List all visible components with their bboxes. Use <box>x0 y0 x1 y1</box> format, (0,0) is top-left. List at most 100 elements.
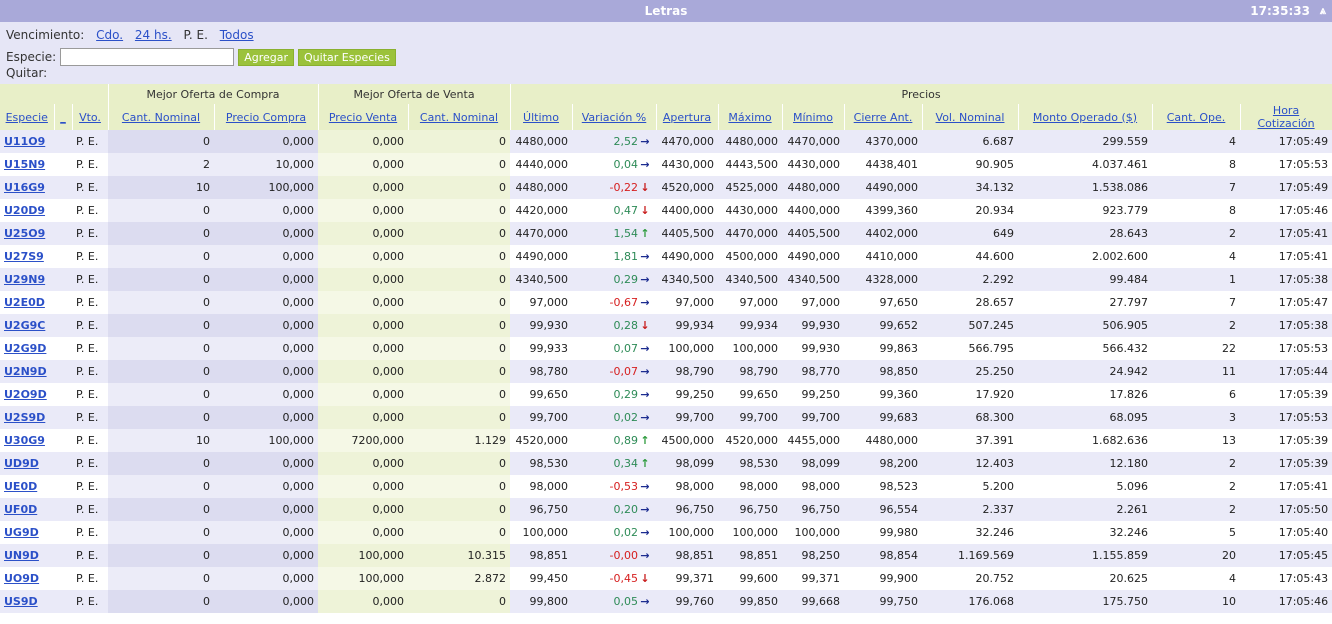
hora-cotizacion-cell: 17:05:39 <box>1240 429 1332 452</box>
precio-compra-cell: 100,000 <box>214 176 319 199</box>
precio-compra-cell: 0,000 <box>214 383 319 406</box>
especie-link[interactable]: US9D <box>4 595 38 608</box>
venc-24hs-link[interactable]: 24 hs. <box>135 28 172 42</box>
col-minimo[interactable]: Mínimo <box>782 104 845 130</box>
especie-link[interactable]: U27S9 <box>0 245 54 268</box>
vto-cell: P. E. <box>72 429 109 452</box>
venc-cdo-link[interactable]: Cdo. <box>96 28 123 42</box>
table-row: U20D9 P. E. 0 0,000 0,000 0 4420,000 0,47 ↓ 4400,… <box>0 199 1332 222</box>
col-blank[interactable]: _ <box>54 104 73 130</box>
col-hora-cotizacion[interactable]: Hora Cotización <box>1240 104 1332 130</box>
especie-link[interactable]: UE0D <box>4 480 37 493</box>
apertura-cell: 99,700 <box>656 406 719 429</box>
especie-link[interactable]: U16G9 <box>0 176 54 199</box>
especie-link[interactable]: U15N9 <box>0 153 54 176</box>
especie-link[interactable]: U2N9D <box>0 360 54 383</box>
col-precio-venta[interactable]: Precio Venta <box>318 104 409 130</box>
especie-link[interactable]: U2O9D <box>0 383 54 406</box>
especie-link[interactable]: US9D <box>0 590 54 613</box>
ultimo-cell: 99,450 <box>510 567 573 590</box>
col-precio-compra[interactable]: Precio Compra <box>214 104 319 130</box>
especie-link[interactable]: UE0D <box>0 475 54 498</box>
especie-link[interactable]: U11O9 <box>4 135 45 148</box>
col-especie[interactable]: Especie <box>0 104 55 130</box>
vto-cell: P. E. <box>72 199 109 222</box>
col-maximo[interactable]: Máximo <box>718 104 783 130</box>
cant-ope-cell: 2 <box>1152 452 1241 475</box>
especie-link[interactable]: UF0D <box>4 503 37 516</box>
quitar-especies-button[interactable]: Quitar Especies <box>298 48 396 66</box>
especie-link[interactable]: U25O9 <box>4 227 45 240</box>
especie-link[interactable]: U2G9C <box>4 319 45 332</box>
maximo-cell: 99,600 <box>718 567 783 590</box>
cant-nominal-venta-cell: 0 <box>408 337 511 360</box>
col-variacion[interactable]: Variación % <box>572 104 657 130</box>
especie-link[interactable]: UD9D <box>4 457 39 470</box>
agregar-button[interactable]: Agregar <box>238 48 295 66</box>
especie-link[interactable]: U15N9 <box>4 158 45 171</box>
vencimiento-row: Vencimiento: Cdo. 24 hs. P. E. Todos <box>6 28 254 42</box>
vto-cell: P. E. <box>72 452 109 475</box>
especie-link[interactable]: UN9D <box>4 549 39 562</box>
collapse-icon[interactable]: ⩓ <box>1320 4 1326 18</box>
col-cant-ope[interactable]: Cant. Ope. <box>1152 104 1241 130</box>
table-row: U30G9 P. E. 10 100,000 7200,000 1.129 4520,000… <box>0 429 1332 452</box>
especie-link[interactable]: U30G9 <box>4 434 45 447</box>
window-titlebar: Letras 17:35:33 ⩓ <box>0 0 1332 22</box>
variacion-cell: -0,67 → <box>572 291 657 314</box>
col-cant-nominal-compra[interactable]: Cant. Nominal <box>108 104 215 130</box>
apertura-cell: 99,760 <box>656 590 719 613</box>
especie-link[interactable]: U11O9 <box>0 130 54 153</box>
col-apertura[interactable]: Apertura <box>656 104 719 130</box>
especie-link[interactable]: U2O9D <box>4 388 47 401</box>
cierre-ant-cell: 96,554 <box>844 498 923 521</box>
especie-link[interactable]: U2G9D <box>0 337 54 360</box>
table-row: U25O9 P. E. 0 0,000 0,000 0 4470,000 1,54 ↑ 4405,… <box>0 222 1332 245</box>
col-ultimo[interactable]: Último <box>510 104 573 130</box>
vto-cell: P. E. <box>72 314 109 337</box>
especie-link[interactable]: U25O9 <box>0 222 54 245</box>
venc-todos-link[interactable]: Todos <box>220 28 254 42</box>
especie-link[interactable]: U2E0D <box>0 291 54 314</box>
especie-link[interactable]: U2N9D <box>4 365 47 378</box>
especie-link[interactable]: U29N9 <box>0 268 54 291</box>
variacion-value: 0,20 <box>613 503 639 516</box>
especie-link[interactable]: U2S9D <box>4 411 45 424</box>
especie-link[interactable]: UG9D <box>0 521 54 544</box>
especie-link[interactable]: U27S9 <box>4 250 44 263</box>
especie-link[interactable]: UD9D <box>0 452 54 475</box>
especie-link[interactable]: UO9D <box>4 572 39 585</box>
especie-link[interactable]: U2S9D <box>0 406 54 429</box>
col-monto-operado[interactable]: Monto Operado ($) <box>1018 104 1153 130</box>
minimo-cell: 99,668 <box>782 590 845 613</box>
especie-link[interactable]: UG9D <box>4 526 39 539</box>
table-row: UO9D P. E. 0 0,000 100,000 2.872 99,450 -0,45 ↓ 9… <box>0 567 1332 590</box>
especie-input[interactable] <box>60 48 235 66</box>
especie-link[interactable]: U29N9 <box>4 273 45 286</box>
table-row: U2N9D P. E. 0 0,000 0,000 0 98,780 -0,07 → 98,790… <box>0 360 1332 383</box>
col-cierre-ant[interactable]: Cierre Ant. <box>844 104 923 130</box>
especie-link[interactable]: U20D9 <box>0 199 54 222</box>
especie-link[interactable]: U2E0D <box>4 296 45 309</box>
col-cant-nominal-venta[interactable]: Cant. Nominal <box>408 104 511 130</box>
cant-nominal-compra-cell: 0 <box>108 314 215 337</box>
col-vto[interactable]: Vto. <box>72 104 109 130</box>
especie-link[interactable]: U2G9C <box>0 314 54 337</box>
especie-link[interactable]: UF0D <box>0 498 54 521</box>
vol-nominal-cell: 5.200 <box>922 475 1019 498</box>
hora-cotizacion-cell: 17:05:38 <box>1240 314 1332 337</box>
especie-link[interactable]: U20D9 <box>4 204 45 217</box>
precio-venta-cell: 0,000 <box>318 245 409 268</box>
especie-link[interactable]: UO9D <box>0 567 54 590</box>
especie-link[interactable]: U16G9 <box>4 181 45 194</box>
monto-operado-cell: 506.905 <box>1018 314 1153 337</box>
especie-link[interactable]: UN9D <box>0 544 54 567</box>
especie-link[interactable]: U30G9 <box>0 429 54 452</box>
especie-link[interactable]: U2G9D <box>4 342 46 355</box>
cant-nominal-compra-cell: 0 <box>108 199 215 222</box>
vto-cell: P. E. <box>72 590 109 613</box>
precio-venta-cell: 0,000 <box>318 153 409 176</box>
col-vol-nominal[interactable]: Vol. Nominal <box>922 104 1019 130</box>
hora-cotizacion-cell: 17:05:53 <box>1240 337 1332 360</box>
variacion-cell: -0,07 → <box>572 360 657 383</box>
